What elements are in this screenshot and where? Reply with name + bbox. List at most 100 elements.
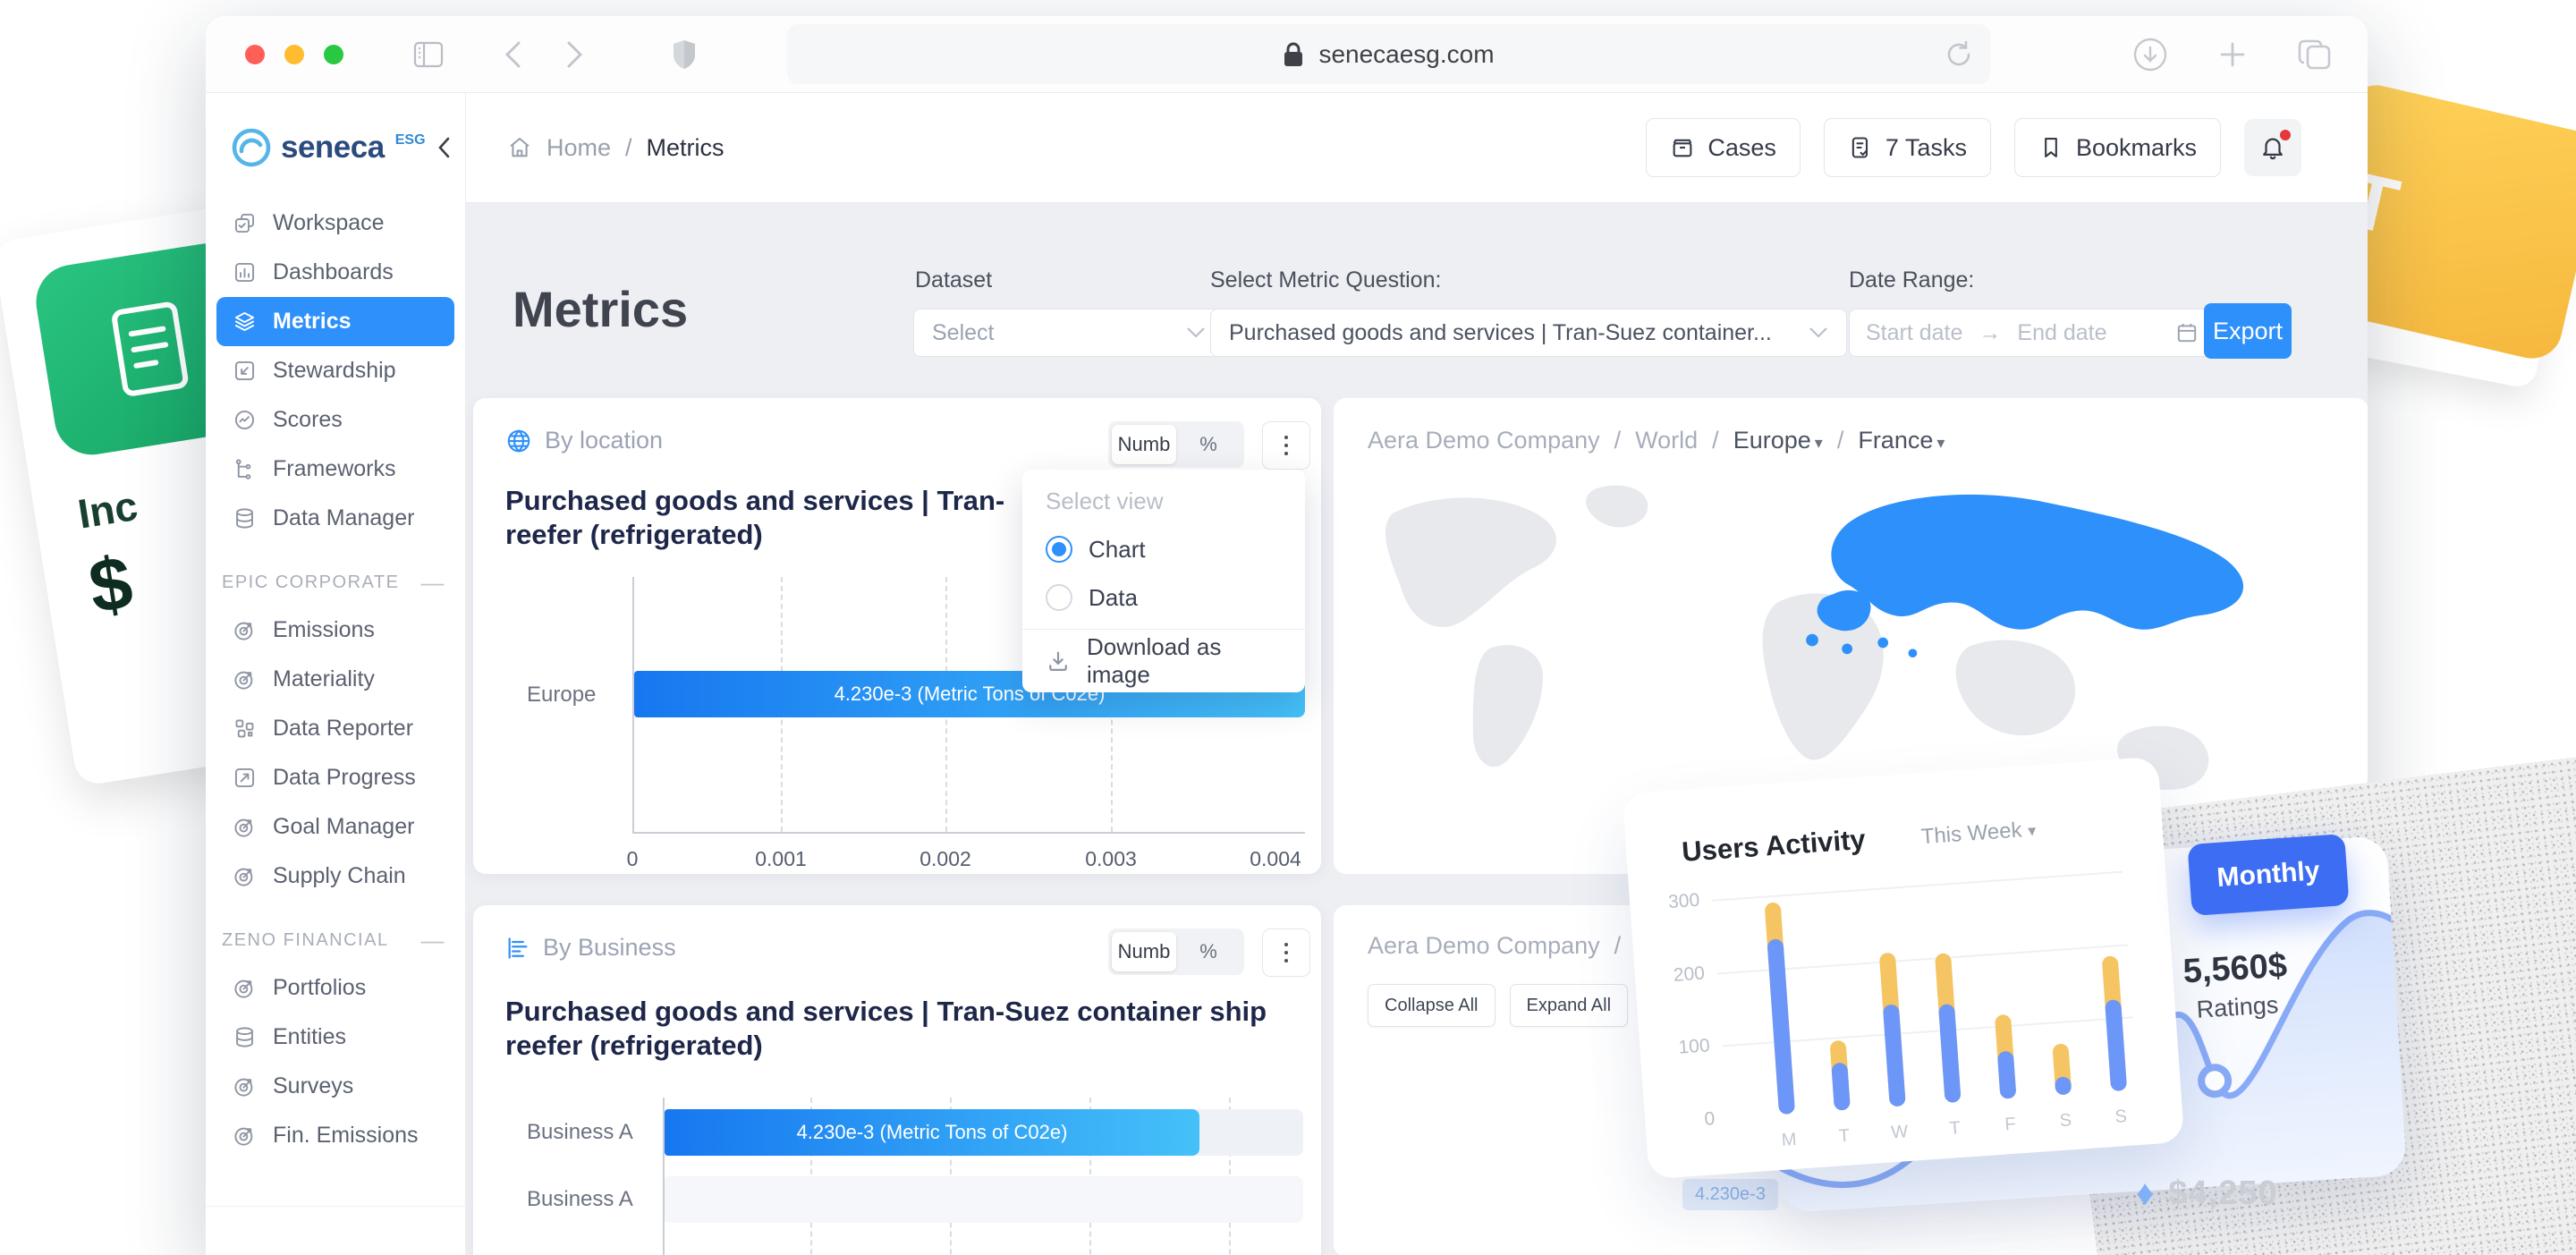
day-label: S — [2114, 1107, 2128, 1128]
sidebar-item-data-manager[interactable]: Data Manager — [216, 494, 454, 543]
forward-icon[interactable] — [565, 39, 585, 70]
map-breadcrumb-world[interactable]: World — [1635, 427, 1698, 454]
sidebar-collapse-icon[interactable] — [436, 136, 451, 159]
sidebar-item-label: Emissions — [273, 617, 375, 643]
sidebar-item-portfolios[interactable]: Portfolios — [216, 963, 454, 1013]
sidebar-item-label: Surveys — [273, 1073, 353, 1099]
section-collapse-icon[interactable]: — — [421, 927, 446, 954]
bookmark-icon — [2038, 135, 2063, 160]
downloads-icon[interactable] — [2131, 36, 2169, 73]
start-date-placeholder: Start date — [1866, 320, 1962, 346]
by-business-kebab-menu[interactable] — [1262, 929, 1310, 977]
notifications-button[interactable] — [2244, 119, 2301, 176]
sidebar-toggle-icon[interactable] — [413, 41, 444, 68]
sidebar-item-scores[interactable]: Scores — [216, 395, 454, 445]
expand-all-button[interactable]: Expand All — [1510, 984, 1629, 1027]
cases-button[interactable]: Cases — [1646, 118, 1801, 177]
map-breadcrumb-aera-demo-company[interactable]: Aera Demo Company — [1368, 427, 1600, 454]
sidebar-item-workspace[interactable]: Workspace — [216, 199, 454, 248]
sidebar-item-entities[interactable]: Entities — [216, 1013, 454, 1062]
toggle-option-numb[interactable]: Numb — [1112, 932, 1176, 971]
export-button[interactable]: Export — [2204, 303, 2292, 359]
dataset-label: Dataset — [915, 267, 992, 293]
sidebar-item-frameworks[interactable]: Frameworks — [216, 445, 454, 494]
home-icon[interactable] — [507, 135, 532, 160]
by-business-unit-toggle[interactable]: Numb% — [1108, 929, 1244, 975]
target-icon — [233, 815, 257, 839]
sidebar-item-emissions[interactable]: Emissions — [216, 606, 454, 655]
close-window-button[interactable] — [245, 45, 265, 64]
price-value: $4,250 — [2168, 1174, 2277, 1213]
download-as-image-label: Download as image — [1087, 633, 1282, 689]
map-breadcrumb-france[interactable]: France▾ — [1858, 427, 1945, 454]
x-tick-label: 0 — [627, 847, 639, 871]
monthly-button[interactable]: Monthly — [2187, 834, 2349, 916]
sidebar-item-surveys[interactable]: Surveys — [216, 1062, 454, 1111]
sidebar-item-fin-emissions[interactable]: Fin. Emissions — [216, 1111, 454, 1160]
map-breadcrumb-europe[interactable]: Europe▾ — [1733, 427, 1823, 454]
tasks-button[interactable]: 7 Tasks — [1824, 118, 1991, 177]
tasks-icon — [1848, 135, 1873, 160]
maximize-window-button[interactable] — [324, 45, 343, 64]
shield-icon[interactable] — [671, 38, 698, 71]
by-location-kebab-menu[interactable] — [1262, 421, 1310, 470]
sidebar-item-metrics[interactable]: Metrics — [216, 297, 454, 346]
page-header: Home / Metrics Cases 7 Tasks — [466, 93, 2368, 203]
day-label: F — [2004, 1115, 2017, 1136]
menu-divider — [1022, 629, 1305, 630]
date-range-input[interactable]: Start date → End date — [1849, 309, 2216, 357]
by-business-label: By Business — [543, 934, 676, 962]
section-collapse-icon[interactable]: — — [421, 569, 446, 597]
new-tab-icon[interactable] — [2216, 38, 2250, 72]
breadcrumb-separator: / — [1614, 932, 1622, 960]
toggle-option-percent[interactable]: % — [1176, 425, 1241, 464]
ratings-stat: 5,560$ Ratings — [2131, 944, 2341, 1028]
x-tick-label: 0.002 — [919, 847, 971, 871]
sidebar-item-dashboards[interactable]: Dashboards — [216, 248, 454, 297]
calendar-icon — [2175, 321, 2199, 344]
chevron-down-icon — [1186, 326, 1206, 339]
dataset-select[interactable]: Select — [913, 309, 1224, 357]
breadcrumb-home[interactable]: Home — [547, 134, 611, 162]
sidebar-item-supply-chain[interactable]: Supply Chain — [216, 852, 454, 901]
database-icon — [233, 506, 257, 530]
view-menu: Select view ChartData Download as image — [1022, 470, 1305, 692]
by-business-chart-title: Purchased goods and services | Tran-Suez… — [505, 995, 1292, 1063]
collapse-all-button[interactable]: Collapse All — [1368, 984, 1496, 1027]
receipt-icon — [102, 293, 199, 405]
sidebar-item-goal-manager[interactable]: Goal Manager — [216, 802, 454, 852]
url-text: senecaesg.com — [1318, 40, 1494, 69]
sidebar-item-stewardship[interactable]: Stewardship — [216, 346, 454, 395]
view-menu-title: Select view — [1022, 477, 1305, 525]
business-a-bar[interactable]: 4.230e-3 (Metric Tons of C02e) — [665, 1109, 1199, 1156]
by-location-unit-toggle[interactable]: Numb% — [1108, 421, 1244, 468]
tab-overview-icon[interactable] — [2296, 37, 2334, 72]
breadcrumb-separator: / — [1614, 427, 1622, 454]
sidebar-item-data-reporter[interactable]: Data Reporter — [216, 704, 454, 753]
back-icon[interactable] — [503, 39, 522, 70]
address-bar[interactable]: senecaesg.com — [787, 24, 1990, 84]
target-icon — [233, 1074, 257, 1098]
sidebar-item-materiality[interactable]: Materiality — [216, 655, 454, 704]
category-label: Business A — [527, 1120, 633, 1145]
toggle-option-numb[interactable]: Numb — [1112, 425, 1176, 464]
map-breadcrumb-aera-demo-company[interactable]: Aera Demo Company — [1368, 932, 1600, 960]
stewardship-icon — [233, 359, 257, 383]
notification-dot — [2280, 130, 2291, 140]
view-menu-options: ChartData — [1022, 525, 1305, 622]
sidebar-nav: WorkspaceDashboardsMetricsStewardshipSco… — [206, 186, 465, 1160]
users-activity-period[interactable]: This Week ▾ — [1920, 817, 2037, 850]
y-tick-label: 0 — [1670, 1108, 1716, 1132]
toggle-option-percent[interactable]: % — [1176, 932, 1241, 971]
logo-sup: ESG — [395, 132, 426, 148]
caret-down-icon: ▾ — [2028, 821, 2037, 840]
view-option-data[interactable]: Data — [1022, 573, 1305, 622]
sidebar-item-data-progress[interactable]: Data Progress — [216, 753, 454, 802]
download-as-image-item[interactable]: Download as image — [1022, 637, 1305, 685]
minimize-window-button[interactable] — [284, 45, 304, 64]
reload-icon[interactable] — [1944, 37, 1974, 71]
metric-question-select[interactable]: Purchased goods and services | Tran-Suez… — [1210, 309, 1847, 357]
layers-icon — [233, 310, 257, 334]
view-option-chart[interactable]: Chart — [1022, 525, 1305, 573]
bookmarks-button[interactable]: Bookmarks — [2014, 118, 2221, 177]
